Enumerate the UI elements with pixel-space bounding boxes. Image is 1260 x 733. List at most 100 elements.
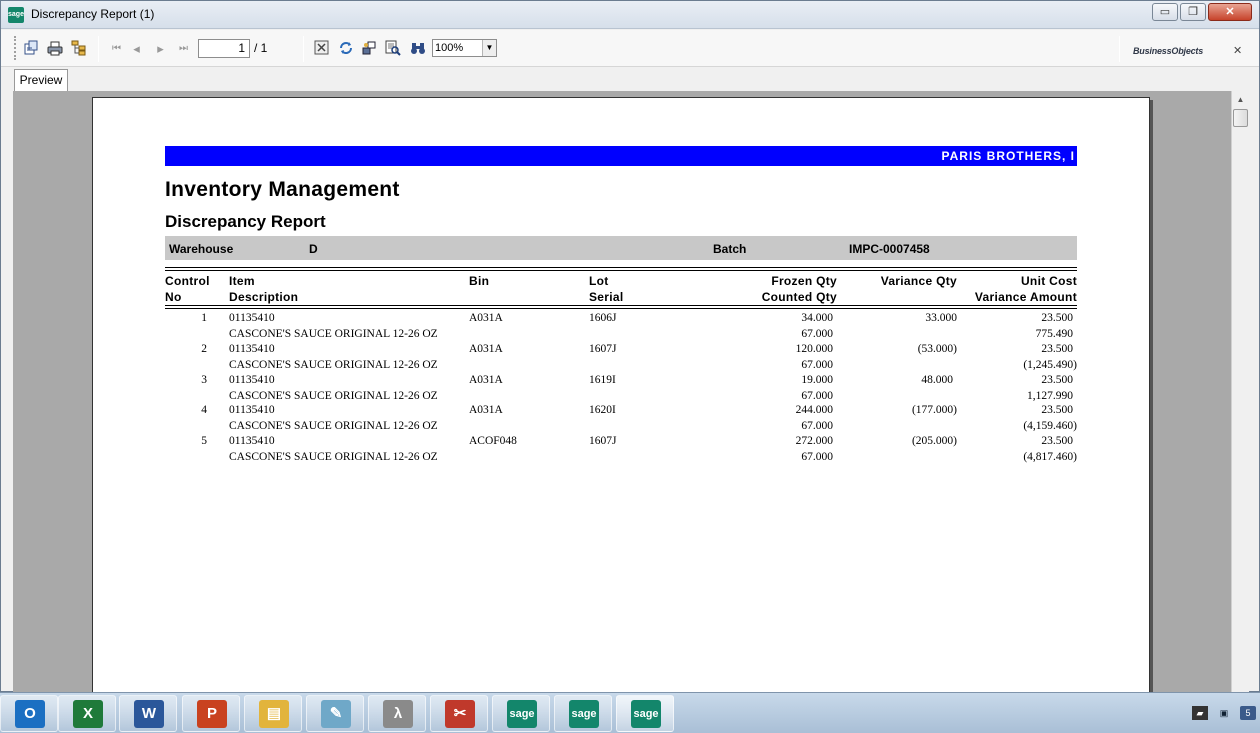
stop-icon[interactable]: [313, 40, 330, 57]
row-control-no: 2: [201, 343, 207, 355]
taskbar-sage-2[interactable]: sage: [554, 695, 612, 732]
row-unit-cost: 23.500: [1041, 312, 1073, 324]
restore-button[interactable]: ❐: [1180, 3, 1206, 21]
report-window: sage Discrepancy Report (1) ▭ ❐ ✕ ⏮ ◂ ▸ …: [0, 0, 1260, 693]
taskbar-outlook[interactable]: O: [0, 695, 58, 732]
taskbar-snipping-tool[interactable]: ✂: [430, 695, 488, 732]
taskbar-sage-1[interactable]: sage: [492, 695, 550, 732]
row-item: 01135410: [229, 404, 275, 416]
excel-icon: X: [73, 700, 103, 728]
first-page-icon[interactable]: ⏮: [108, 40, 125, 57]
vertical-scrollbar[interactable]: ▲: [1231, 91, 1249, 693]
network-icon[interactable]: ▰: [1192, 706, 1208, 720]
row-unit-cost: 23.500: [1041, 374, 1073, 386]
taskbar-powerpoint[interactable]: P: [182, 695, 240, 732]
page-number-input[interactable]: 1: [198, 39, 250, 58]
close-view-icon[interactable]: ✕: [1233, 44, 1242, 57]
taskbar-sage-3-active[interactable]: sage: [616, 695, 674, 732]
col-counted-qty: Counted Qty: [761, 290, 837, 304]
taskbar-explorer[interactable]: ▤: [244, 695, 302, 732]
row-variance-amount: 775.490: [1035, 328, 1073, 340]
row-lot: 1606J: [589, 312, 617, 324]
next-page-icon[interactable]: ▸: [152, 40, 169, 57]
row-variance-amount: (1,245.490): [1023, 359, 1077, 371]
row-control-no: 1: [201, 312, 207, 324]
window-title: Discrepancy Report (1): [31, 7, 155, 21]
tab-preview[interactable]: Preview: [14, 69, 68, 91]
zoom-select[interactable]: 100% ▼: [432, 39, 497, 57]
report-page: PARIS BROTHERS, I Inventory Management D…: [92, 97, 1150, 693]
row-bin: A031A: [469, 312, 503, 324]
row-lot: 1607J: [589, 435, 617, 447]
taskbar-word[interactable]: W: [119, 695, 177, 732]
toolbar-separator: [1119, 36, 1120, 62]
taskbar-excel[interactable]: X: [58, 695, 116, 732]
row-counted-qty: 67.000: [801, 451, 833, 463]
row-frozen-qty: 19.000: [801, 374, 833, 386]
row-counted-qty: 67.000: [801, 328, 833, 340]
report-title: Inventory Management: [165, 178, 400, 201]
col-variance-amount: Variance Amount: [974, 290, 1077, 304]
monitor-icon[interactable]: ▣: [1216, 706, 1232, 720]
row-item: 01135410: [229, 435, 275, 447]
row-variance-amount: (4,817.460): [1023, 451, 1077, 463]
app-tray-icon[interactable]: 5: [1240, 706, 1256, 720]
row-frozen-qty: 272.000: [795, 435, 833, 447]
businessobjects-logo: BusinessObjects: [1133, 46, 1204, 56]
row-variance-qty: 33.000: [925, 312, 957, 324]
row-unit-cost: 23.500: [1041, 435, 1073, 447]
row-description: CASCONE'S SAUCE ORIGINAL 12-26 OZ: [229, 420, 438, 432]
row-variance-amount: (4,159.460): [1023, 420, 1077, 432]
row-frozen-qty: 34.000: [801, 312, 833, 324]
refresh-icon[interactable]: [337, 40, 354, 57]
group-tree-icon[interactable]: [70, 40, 87, 57]
taskbar-notepad[interactable]: ✎: [306, 695, 364, 732]
minimize-button[interactable]: ▭: [1152, 3, 1178, 21]
close-button[interactable]: ✕: [1208, 3, 1252, 21]
previous-page-icon[interactable]: ◂: [128, 40, 145, 57]
chevron-down-icon[interactable]: ▼: [482, 40, 496, 56]
col-description: Description: [229, 290, 299, 304]
taskbar-calculator[interactable]: λ: [368, 695, 426, 732]
col-item: Item: [229, 274, 255, 288]
explorer-icon: ▤: [259, 700, 289, 728]
report-subtitle: Discrepancy Report: [165, 212, 326, 231]
export-icon[interactable]: [22, 40, 39, 57]
batch-label: Batch: [713, 242, 747, 256]
sage-icon: sage: [631, 700, 661, 728]
warehouse-label: Warehouse: [169, 242, 234, 256]
warehouse-value: D: [309, 242, 318, 256]
row-bin: A031A: [469, 404, 503, 416]
scroll-thumb[interactable]: [1233, 109, 1248, 127]
row-variance-qty: (205.000): [911, 435, 957, 447]
batch-value: IMPC-0007458: [849, 242, 930, 256]
row-variance-amount: 1,127.990: [1027, 390, 1073, 402]
parameters-icon[interactable]: [360, 40, 377, 57]
find-binoculars-icon[interactable]: [409, 40, 426, 57]
search-text-icon[interactable]: [384, 40, 401, 57]
sage-icon: sage: [507, 700, 537, 728]
row-frozen-qty: 120.000: [795, 343, 833, 355]
row-lot: 1620I: [589, 404, 616, 416]
scroll-up-icon[interactable]: ▲: [1232, 91, 1249, 108]
col-control: Control: [165, 274, 210, 288]
toolbar-separator: [303, 36, 304, 62]
row-description: CASCONE'S SAUCE ORIGINAL 12-26 OZ: [229, 390, 438, 402]
col-frozen-qty: Frozen Qty: [771, 274, 837, 288]
row-bin: A031A: [469, 343, 503, 355]
row-description: CASCONE'S SAUCE ORIGINAL 12-26 OZ: [229, 328, 438, 340]
row-frozen-qty: 244.000: [795, 404, 833, 416]
col-variance-qty: Variance Qty: [880, 274, 957, 288]
col-unit-cost: Unit Cost: [1020, 274, 1077, 288]
taskbar: O X W P ▤ ✎ λ ✂ sage sage sage ▰ ▣ 5: [0, 692, 1260, 733]
calculator-icon: λ: [383, 700, 413, 728]
col-no: No: [165, 290, 182, 304]
col-lot: Lot: [589, 274, 609, 288]
row-variance-qty: (177.000): [911, 404, 957, 416]
print-icon[interactable]: [46, 40, 63, 57]
row-variance-qty: (53.000): [917, 343, 957, 355]
snipping-tool-icon: ✂: [445, 700, 475, 728]
title-bar[interactable]: sage Discrepancy Report (1) ▭ ❐ ✕: [1, 1, 1259, 29]
report-viewport[interactable]: PARIS BROTHERS, I Inventory Management D…: [13, 91, 1231, 693]
last-page-icon[interactable]: ⏭: [175, 40, 192, 57]
